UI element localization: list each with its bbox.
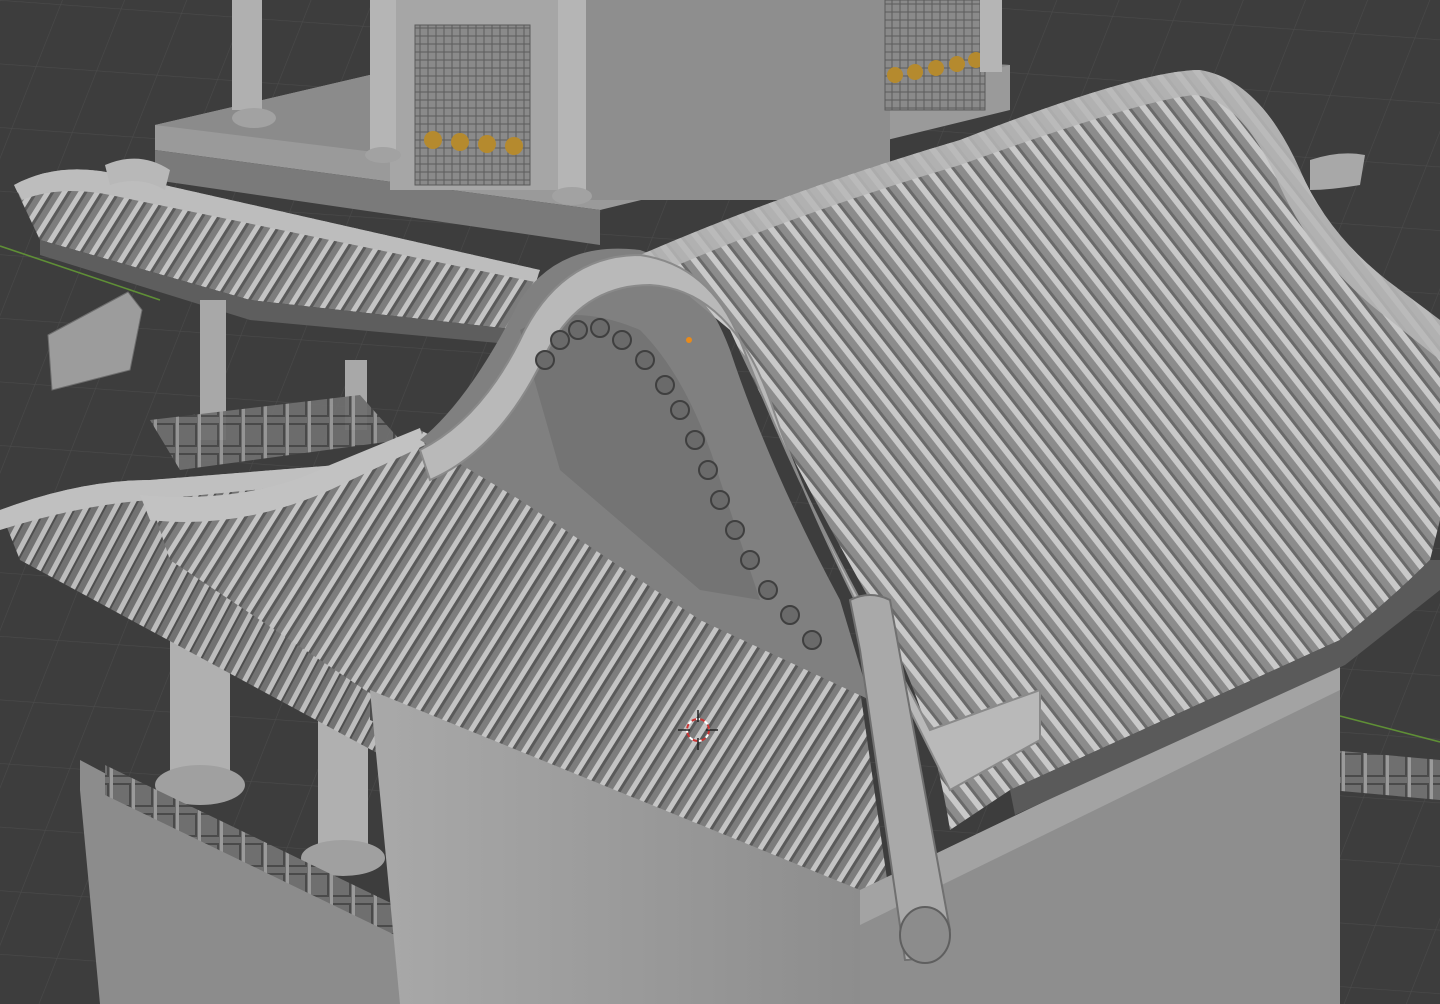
3d-viewport[interactable]	[0, 0, 1440, 1004]
viewport-canvas[interactable]	[0, 0, 1440, 1004]
object-origin-icon[interactable]	[686, 337, 692, 343]
